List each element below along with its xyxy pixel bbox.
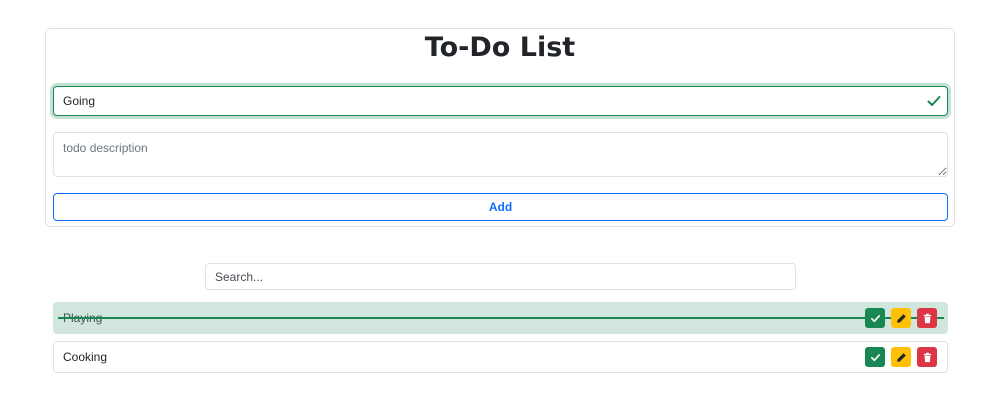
todo-title-input[interactable] [53, 86, 948, 116]
delete-button[interactable] [917, 308, 937, 328]
strikethrough-line [58, 317, 944, 319]
add-button[interactable]: Add [53, 193, 948, 221]
search-input[interactable] [205, 263, 796, 290]
edit-button[interactable] [891, 347, 911, 367]
todo-description-input[interactable] [53, 132, 948, 177]
trash-icon [923, 352, 931, 362]
todo-item: Playing [53, 302, 948, 334]
valid-check-icon [927, 96, 941, 106]
todo-item: Cooking [53, 341, 948, 373]
delete-button[interactable] [917, 347, 937, 367]
check-icon [870, 353, 880, 361]
pencil-icon [896, 352, 906, 362]
trash-icon [923, 313, 931, 323]
check-icon [870, 314, 880, 322]
page-title: To-Do List [424, 32, 576, 63]
complete-button[interactable] [865, 308, 885, 328]
edit-button[interactable] [891, 308, 911, 328]
pencil-icon [896, 313, 906, 323]
complete-button[interactable] [865, 347, 885, 367]
todo-label: Cooking [63, 350, 108, 364]
